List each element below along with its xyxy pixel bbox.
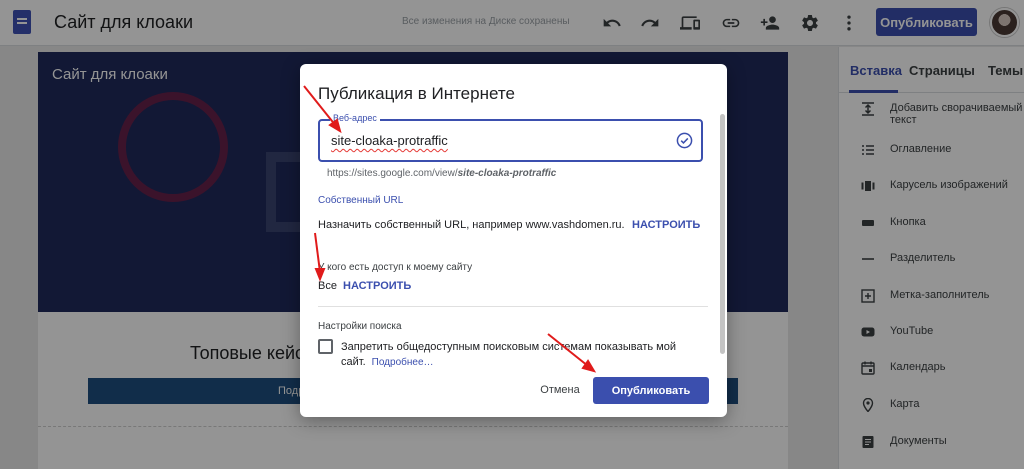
publish-dialog: Публикация в Интернете Веб-адрес site-cl… [300, 64, 727, 417]
custom-url-description: Назначить собственный URL, например www.… [318, 219, 625, 231]
block-search-label[interactable]: Запретить общедоступным поисковым систем… [341, 340, 701, 370]
custom-url-configure-button[interactable]: НАСТРОИТЬ [632, 219, 700, 231]
dialog-scrollbar[interactable] [720, 114, 725, 354]
access-configure-button[interactable]: НАСТРОИТЬ [343, 280, 411, 292]
access-heading: У кого есть доступ к моему сайту [318, 262, 473, 273]
block-search-checkbox[interactable] [318, 339, 333, 354]
web-address-input[interactable]: site-cloaka-protraffic [331, 133, 448, 148]
cancel-button[interactable]: Отмена [532, 377, 588, 403]
search-settings-heading: Настройки поиска [318, 321, 402, 332]
web-address-label: Веб-адрес [330, 113, 380, 123]
dialog-title: Публикация в Интернете [318, 84, 515, 103]
check-circle-icon [676, 132, 693, 149]
url-prefix: https://sites.google.com/view/ [327, 168, 458, 179]
url-slug: site-cloaka-protraffic [457, 168, 557, 179]
custom-url-heading: Собственный URL [318, 195, 404, 206]
learn-more-link[interactable]: Подробнее… [372, 357, 434, 368]
access-value: Все [318, 280, 337, 292]
web-address-field[interactable]: Веб-адрес site-cloaka-protraffic [318, 113, 703, 162]
url-preview: https://sites.google.com/view/site-cloak… [327, 168, 556, 179]
confirm-publish-button[interactable]: Опубликовать [593, 377, 709, 404]
section-divider [318, 306, 708, 307]
